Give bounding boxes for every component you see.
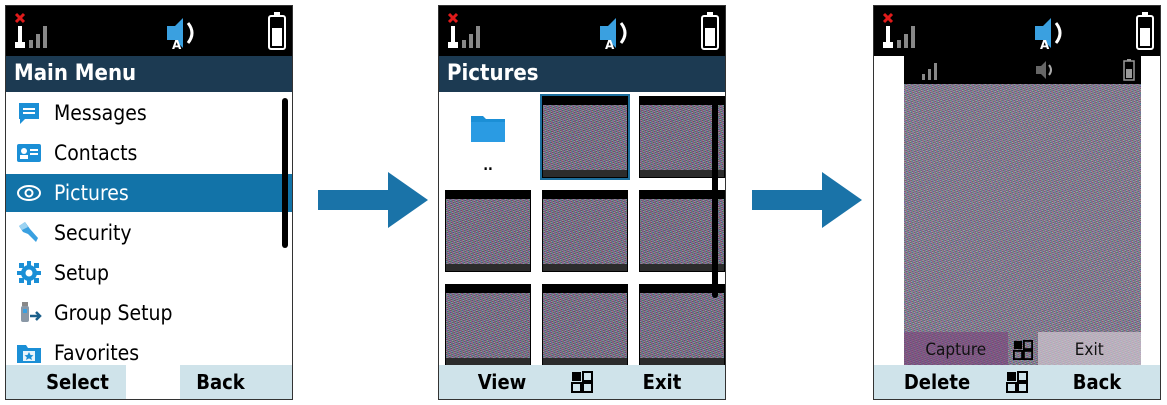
- battery-icon: [268, 12, 286, 50]
- capture-softkey: Capture: [904, 332, 1008, 368]
- menu-item-group-setup[interactable]: Group Setup: [6, 294, 292, 332]
- right-arrow-icon: [318, 172, 428, 228]
- eye-icon: [16, 180, 42, 206]
- thumbnail-image: [445, 190, 531, 272]
- right-arrow-icon: [752, 172, 862, 228]
- back-softkey[interactable]: Back: [1034, 370, 1160, 394]
- messages-icon: [16, 100, 42, 126]
- softkey-bar: Select Back: [6, 365, 292, 399]
- status-bar: A: [874, 6, 1160, 56]
- menu-item-contacts[interactable]: Contacts: [6, 134, 292, 172]
- menu-item-label: Messages: [54, 101, 147, 125]
- page-title: Pictures: [439, 56, 725, 92]
- delete-softkey[interactable]: Delete: [874, 370, 1000, 394]
- group-setup-icon: [16, 300, 42, 326]
- menu-item-label: Contacts: [54, 141, 138, 165]
- menu-item-pictures[interactable]: Pictures: [6, 174, 292, 212]
- picture-view-screen: A Capture Exit Delete Back: [873, 5, 1161, 400]
- menu-item-label: Pictures: [54, 181, 129, 205]
- grid-view-icon[interactable]: [1000, 371, 1034, 393]
- picture-thumbnail[interactable]: [542, 284, 628, 366]
- picture-softkey-bar: Capture Exit: [904, 332, 1141, 368]
- menu-item-messages[interactable]: Messages: [6, 94, 292, 132]
- battery-icon: [701, 12, 719, 50]
- svg-text:A: A: [172, 38, 182, 50]
- battery-icon: [1123, 59, 1135, 81]
- status-bar: A: [6, 6, 292, 56]
- picture-thumbnail[interactable]: [542, 190, 628, 272]
- grid-view-icon[interactable]: [565, 371, 599, 393]
- menu-item-security[interactable]: Security: [6, 214, 292, 252]
- softkey-divider: [126, 365, 180, 399]
- softkey-bar: Delete Back: [874, 365, 1160, 399]
- signal-icon: [14, 12, 47, 48]
- svg-text:A: A: [1040, 38, 1050, 50]
- speaker-icon: A: [1035, 18, 1062, 50]
- svg-text:A: A: [605, 38, 615, 50]
- pictures-screen: A Pictures .. View Exit: [438, 5, 726, 400]
- menu-item-label: Group Setup: [54, 301, 173, 325]
- thumbnail-image: [542, 96, 628, 178]
- thumbnail-image: [542, 190, 628, 272]
- speaker-icon: [1036, 61, 1052, 79]
- gear-icon: [16, 260, 42, 286]
- key-icon: [16, 220, 42, 246]
- favorites-folder-icon: [16, 340, 42, 366]
- menu-item-label: Setup: [54, 261, 110, 285]
- picture-grid: ..: [439, 92, 725, 366]
- thumbnail-image: [542, 284, 628, 366]
- thumbnail-image: [445, 284, 531, 366]
- contacts-icon: [16, 140, 42, 166]
- main-menu-screen: A Main Menu Messages Contacts Pictures S…: [5, 5, 293, 400]
- menu-item-label: Favorites: [54, 341, 140, 365]
- picture-thumbnail[interactable]: [540, 94, 630, 180]
- softkey-bar: View Exit: [439, 365, 725, 399]
- grid-view-icon: [1008, 340, 1038, 360]
- signal-icon: [882, 12, 915, 48]
- scrollbar[interactable]: [712, 98, 718, 298]
- parent-folder-item[interactable]: ..: [445, 96, 531, 178]
- battery-icon: [1136, 12, 1154, 50]
- signal-icon: [922, 63, 937, 80]
- exit-softkey[interactable]: Exit: [599, 370, 725, 394]
- picture-thumbnail[interactable]: [445, 190, 531, 272]
- menu-item-label: Security: [54, 221, 132, 245]
- picture-status-bar: [904, 56, 1141, 84]
- exit-softkey: Exit: [1037, 332, 1141, 368]
- folder-icon: [471, 116, 505, 142]
- parent-folder-label: ..: [483, 158, 493, 174]
- menu-item-setup[interactable]: Setup: [6, 254, 292, 292]
- signal-icon: [447, 12, 480, 48]
- main-menu-list: Messages Contacts Pictures Security Setu…: [6, 92, 292, 368]
- speaker-icon: A: [167, 18, 194, 50]
- picture-thumbnail[interactable]: [445, 284, 531, 366]
- scrollbar[interactable]: [282, 98, 288, 248]
- captured-picture: [904, 56, 1141, 368]
- view-softkey[interactable]: View: [439, 370, 565, 394]
- speaker-icon: A: [600, 18, 627, 50]
- status-bar: A: [439, 6, 725, 56]
- page-title: Main Menu: [6, 56, 292, 92]
